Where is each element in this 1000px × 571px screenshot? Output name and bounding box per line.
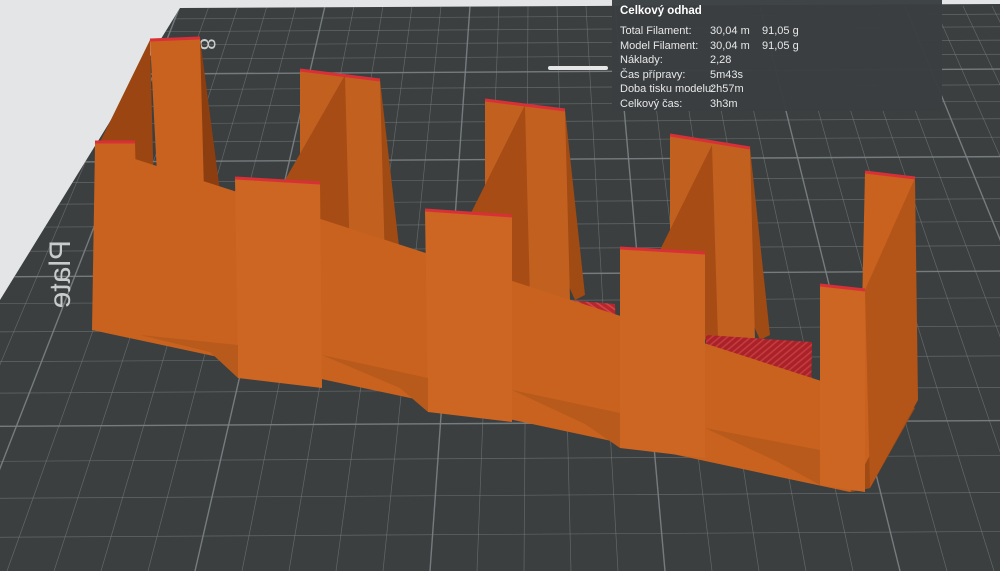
estimate-value: 5m43s [710, 68, 744, 81]
estimate-weight: 91,05 g [762, 39, 799, 52]
estimate-key: Model Filament: [620, 39, 699, 52]
plate-label: Plate [44, 240, 77, 308]
estimate-key: Doba tisku modelu: [620, 83, 715, 96]
estimate-row-model-filament: Model Filament: 30,04 m 91,05 g [620, 39, 934, 54]
estimate-key: Celkový čas: [620, 97, 683, 110]
plate-slot [548, 66, 608, 70]
estimate-value: 3h3m [710, 97, 738, 110]
estimate-row-total-time: Celkový čas: 3h3m [620, 97, 934, 112]
estimate-length: 30,04 m [710, 25, 750, 37]
estimate-length: 30,04 m [710, 39, 750, 52]
estimate-row-total-filament: Total Filament: 30,04 m 91,05 g [620, 24, 934, 39]
estimate-key: Čas přípravy: [620, 68, 686, 81]
estimate-value: 2h57m [710, 83, 744, 96]
estimate-panel: Celkový odhad Total Filament: 30,04 m 91,0… [612, 0, 942, 111]
estimate-row-model-print-time: Doba tisku modelu:2h57m [620, 82, 934, 97]
estimate-row-cost: Náklady: 2,28 [620, 53, 934, 68]
estimate-row-prep-time: Čas přípravy: 5m43s [620, 68, 934, 83]
estimate-key: Náklady: [620, 54, 663, 67]
estimate-key: Total Filament: [620, 25, 692, 37]
estimate-title: Celkový odhad [620, 5, 702, 17]
3d-viewport[interactable]: Plate 8 Celkový odhad Total Filament: 30… [0, 0, 1000, 571]
estimate-value: 2,28 [710, 54, 732, 67]
estimate-weight: 91,05 g [762, 25, 799, 37]
